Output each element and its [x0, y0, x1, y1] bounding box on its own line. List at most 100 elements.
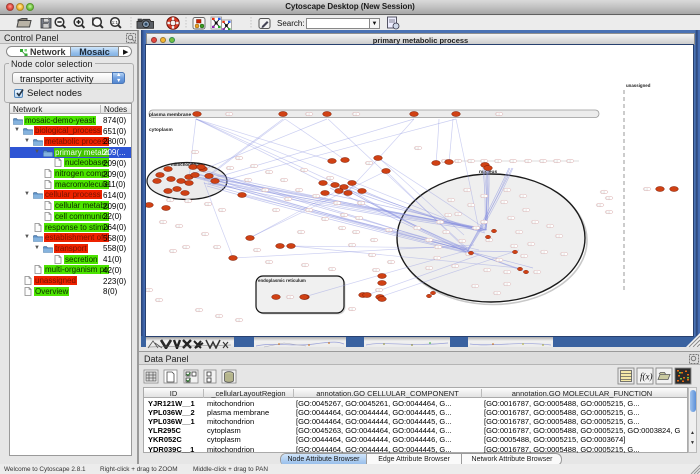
svg-text:[..]: [..] [186, 199, 189, 203]
svg-text:[..]: [..] [535, 270, 538, 274]
svg-text:[..]: [..] [228, 166, 231, 170]
svg-text:[..]: [..] [482, 194, 485, 198]
svg-text:[..]: [..] [323, 217, 326, 221]
svg-text:[..]: [..] [485, 268, 488, 272]
svg-text:[..]: [..] [521, 194, 524, 198]
svg-text:[..]: [..] [598, 203, 601, 207]
svg-text:[..]: [..] [206, 202, 209, 206]
svg-text:[..]: [..] [387, 228, 390, 232]
svg-text:[..]: [..] [645, 187, 648, 191]
svg-text:[..]: [..] [557, 234, 560, 238]
svg-text:[..]: [..] [367, 161, 370, 165]
svg-text:[..]: [..] [299, 230, 302, 234]
svg-text:[..]: [..] [330, 267, 333, 271]
svg-text:[..]: [..] [446, 213, 449, 217]
svg-text:[..]: [..] [505, 282, 508, 286]
svg-text:plasma membrane: plasma membrane [149, 112, 191, 118]
svg-text:[..]: [..] [370, 253, 373, 257]
svg-text:[..]: [..] [522, 254, 525, 258]
svg-text:unassigned: unassigned [626, 83, 651, 88]
svg-text:[..]: [..] [350, 243, 353, 247]
svg-text:[..]: [..] [340, 226, 343, 230]
svg-text:1:1: 1:1 [112, 20, 119, 25]
svg-text:[..]: [..] [517, 230, 520, 234]
svg-text:[..]: [..] [511, 159, 514, 163]
svg-text:[..]: [..] [217, 314, 220, 318]
svg-text:[..]: [..] [297, 188, 300, 192]
svg-text:[..]: [..] [372, 238, 375, 242]
svg-text:[..]: [..] [436, 245, 439, 249]
svg-text:[..]: [..] [533, 220, 536, 224]
svg-text:[..]: [..] [246, 178, 249, 182]
svg-text:[..]: [..] [147, 288, 150, 292]
svg-text:[..]: [..] [307, 208, 310, 212]
svg-text:[..]: [..] [215, 245, 218, 249]
svg-text:[..]: [..] [542, 250, 545, 254]
svg-text:[..]: [..] [335, 201, 338, 205]
svg-text:[..]: [..] [427, 238, 430, 242]
svg-text:[..]: [..] [203, 232, 206, 236]
svg-text:[..]: [..] [460, 239, 463, 243]
svg-text:[..]: [..] [495, 291, 498, 295]
svg-text:[..]: [..] [267, 170, 270, 174]
svg-text:[..]: [..] [526, 159, 529, 163]
svg-text:[..]: [..] [168, 198, 171, 202]
svg-text:[..]: [..] [161, 220, 164, 224]
svg-text:[..]: [..] [438, 220, 441, 224]
svg-text:[..]: [..] [227, 112, 230, 116]
svg-text:[..]: [..] [509, 216, 512, 220]
svg-text:[..]: [..] [505, 270, 508, 274]
svg-text:[..]: [..] [237, 156, 240, 160]
svg-text:[..]: [..] [350, 307, 353, 311]
svg-text:[..]: [..] [548, 224, 551, 228]
svg-text:[..]: [..] [444, 230, 447, 234]
svg-text:[..]: [..] [568, 159, 571, 163]
svg-text:[..]: [..] [197, 308, 200, 312]
svg-text:[..]: [..] [302, 168, 305, 172]
svg-text:[..]: [..] [505, 188, 508, 192]
svg-text:[..]: [..] [377, 288, 380, 292]
svg-text:f(x): f(x) [640, 372, 653, 382]
svg-text:[..]: [..] [267, 260, 270, 264]
svg-text:[..]: [..] [171, 249, 174, 253]
svg-text:[..]: [..] [193, 150, 196, 154]
svg-text:[..]: [..] [555, 159, 558, 163]
svg-text:[..]: [..] [286, 197, 289, 201]
svg-text:[..]: [..] [524, 208, 527, 212]
svg-text:[..]: [..] [307, 112, 310, 116]
svg-text:[..]: [..] [357, 216, 360, 220]
svg-text:[..]: [..] [282, 178, 285, 182]
svg-text:[..]: [..] [449, 198, 452, 202]
svg-text:[..]: [..] [474, 226, 477, 230]
svg-text:[..]: [..] [354, 112, 357, 116]
svg-text:[..]: [..] [177, 224, 180, 228]
svg-text:[..]: [..] [342, 213, 345, 217]
svg-text:[..]: [..] [435, 256, 438, 260]
svg-text:[..]: [..] [497, 258, 500, 262]
svg-text:[..]: [..] [263, 188, 266, 192]
svg-text:[..]: [..] [607, 210, 610, 214]
svg-text:[..]: [..] [328, 176, 331, 180]
svg-text:[..]: [..] [252, 164, 255, 168]
svg-text:[..]: [..] [453, 264, 456, 268]
svg-text:[..]: [..] [427, 266, 430, 270]
svg-text:[..]: [..] [237, 318, 240, 322]
svg-text:[..]: [..] [502, 200, 505, 204]
svg-text:[..]: [..] [473, 284, 476, 288]
svg-text:[..]: [..] [416, 146, 419, 150]
svg-text:[..]: [..] [607, 196, 610, 200]
svg-text:[..]: [..] [288, 295, 291, 299]
svg-text:[..]: [..] [456, 212, 459, 216]
svg-text:[..]: [..] [274, 208, 277, 212]
svg-text:[..]: [..] [512, 244, 515, 248]
svg-text:[..]: [..] [415, 226, 418, 230]
svg-text:[..]: [..] [562, 252, 565, 256]
svg-text:[..]: [..] [314, 194, 317, 198]
svg-text:[..]: [..] [529, 242, 532, 246]
svg-text:[..]: [..] [359, 201, 362, 205]
svg-text:[..]: [..] [469, 159, 472, 163]
svg-text:[..]: [..] [456, 159, 459, 163]
svg-text:[..]: [..] [465, 188, 468, 192]
svg-text:[..]: [..] [157, 298, 160, 302]
svg-text:[..]: [..] [255, 248, 258, 252]
